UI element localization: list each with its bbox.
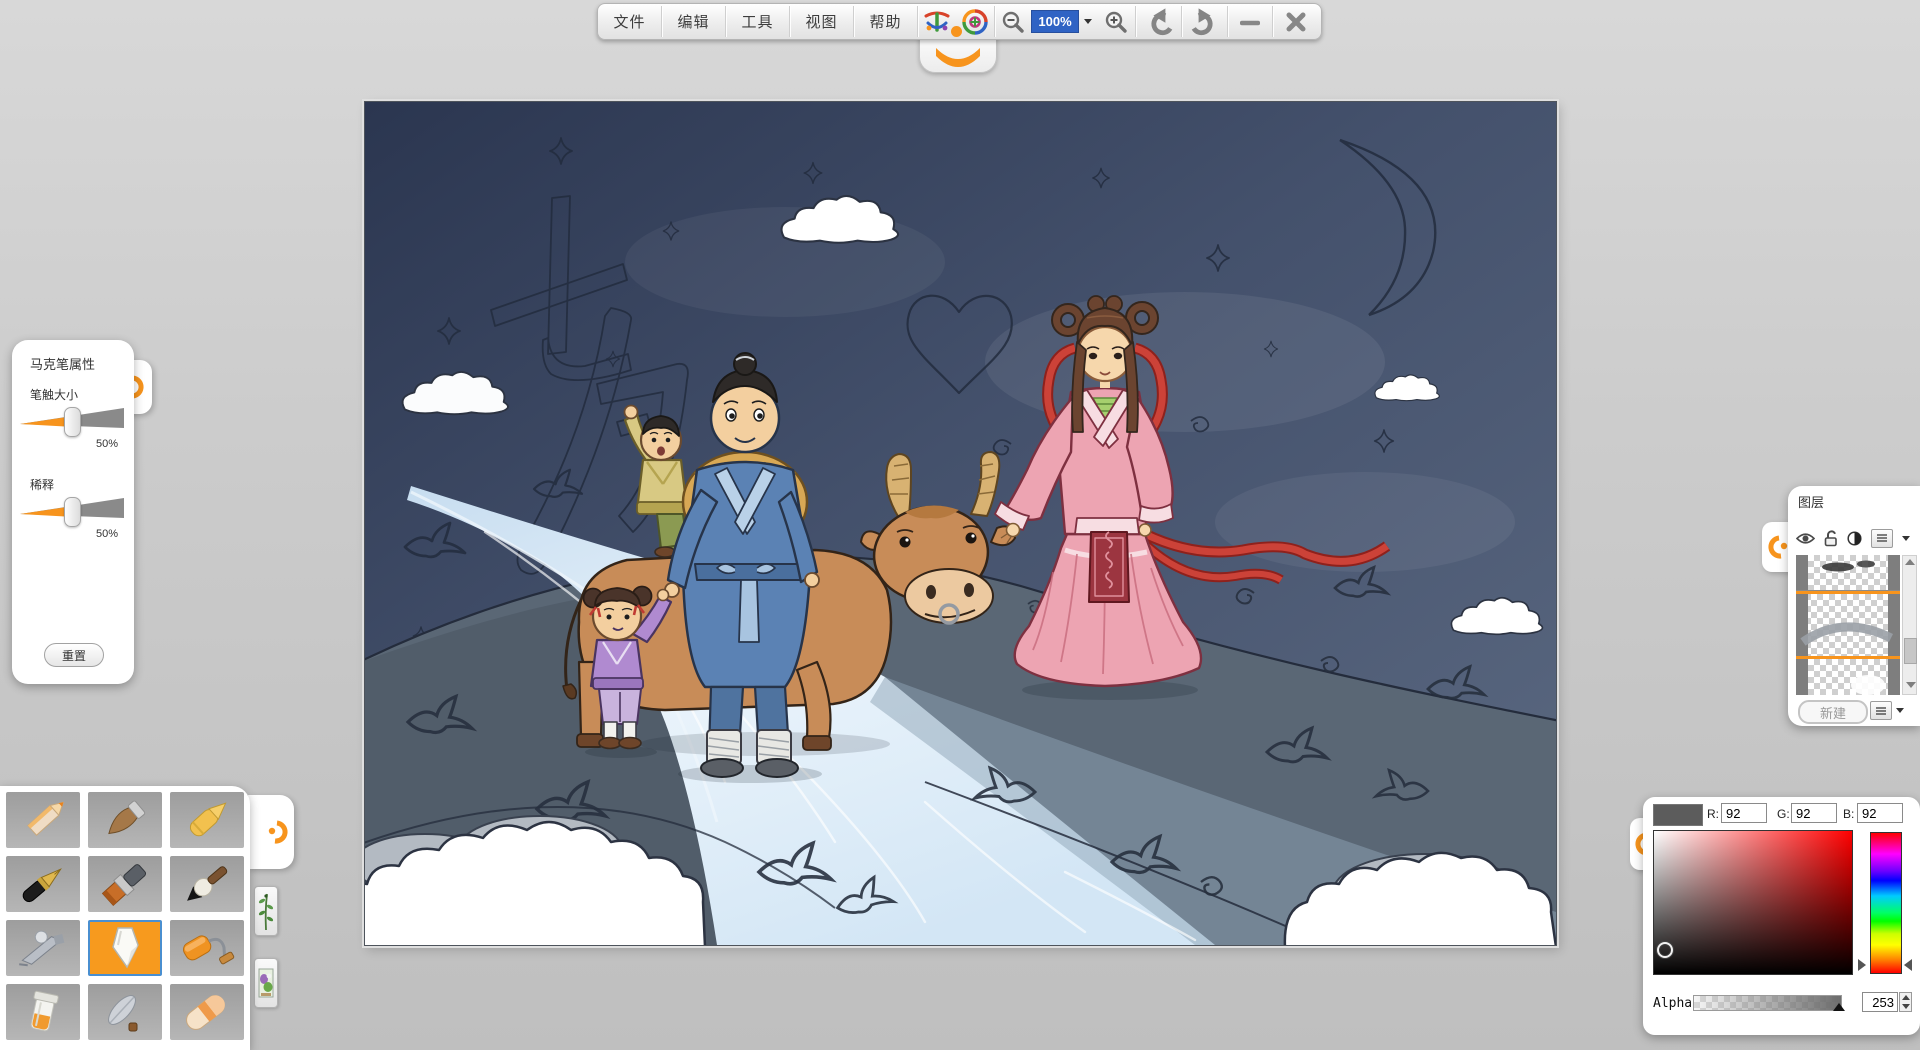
menu-help[interactable]: 帮助 [854,4,917,39]
scroll-up-icon[interactable] [1904,559,1915,565]
red-field[interactable] [1721,803,1767,823]
layer-menu-button[interactable] [1871,528,1893,548]
alpha-spinner[interactable] [1899,992,1912,1012]
minimize-button[interactable] [1228,4,1272,39]
green-label: G: [1777,807,1790,821]
color-cursor[interactable] [1657,942,1673,958]
tool-wooden-pen[interactable] [88,792,162,848]
tool-ink-brush[interactable] [170,856,244,912]
chevron-down-icon[interactable] [1896,708,1904,713]
dilution-value: 50% [96,528,119,540]
mascot-left-eye-icon[interactable] [918,4,956,39]
spin-up-icon[interactable] [1901,995,1910,1000]
tool-palette-knife[interactable] [88,984,162,1040]
scrollbar-thumb[interactable] [1904,638,1917,664]
zoom-level-field[interactable]: 100% [1031,10,1079,33]
list-icon [1877,534,1887,542]
zoom-out-button[interactable] [995,4,1031,39]
alpha-slider[interactable] [1693,995,1842,1011]
scroll-down-icon[interactable] [1905,682,1916,688]
menu-tools[interactable]: 工具 [726,4,789,39]
orange-curl-icon [1768,535,1788,559]
layer-item-sketch[interactable] [1796,555,1900,591]
tool-eraser[interactable] [170,984,244,1040]
layers-panel-title: 图层 [1798,495,1825,510]
hue-marker-right-icon[interactable] [1904,959,1912,971]
menu-edit[interactable]: 编辑 [662,4,725,39]
tool-paint-roller[interactable] [170,920,244,976]
close-button[interactable] [1273,4,1319,39]
chevron-down-icon[interactable] [1902,535,1910,541]
menu-file[interactable]: 文件 [598,4,661,39]
current-color-swatch [1653,804,1703,826]
new-layer-button[interactable]: 新建 [1798,700,1868,724]
mascot-right-eye-icon[interactable] [956,4,994,39]
red-label: R: [1707,807,1719,821]
tool-crayon[interactable] [170,792,244,848]
visibility-eye-icon[interactable] [1796,532,1815,545]
picture-stamps-button[interactable] [254,958,278,1008]
zoom-dropdown-button[interactable] [1079,4,1097,39]
hue-marker-left-icon[interactable] [1858,959,1866,971]
layers-panel: 图层 新建 [1788,486,1920,726]
stamp-image-icon [258,968,274,998]
tool-palette [0,786,250,1050]
reset-button[interactable]: 重置 [44,643,104,667]
brush-size-label: 笔触大小 [30,388,79,402]
tool-airbrush[interactable] [6,920,80,976]
tool-palette-handle[interactable] [248,795,294,869]
menu-view[interactable]: 视图 [790,4,853,39]
orange-curl-icon [268,820,288,844]
tool-marker[interactable] [88,920,162,976]
layer-item-color[interactable] [1796,591,1900,659]
brush-size-value: 50% [96,438,119,450]
tool-flat-brush[interactable] [88,856,162,912]
blue-field[interactable] [1857,803,1903,823]
blue-label: B: [1843,807,1855,821]
tool-paint-bottle[interactable] [6,984,80,1040]
plant-stamps-button[interactable] [254,886,278,936]
alpha-label: Alpha [1653,996,1693,1011]
zoom-in-button[interactable] [1097,4,1135,39]
brush-size-slider-handle[interactable] [64,407,81,437]
smile-icon [936,48,980,67]
marker-panel-title: 马克笔属性 [30,357,96,372]
color-picker-panel: R: G: B: Alpha [1643,797,1920,1035]
unlock-icon[interactable] [1824,529,1838,547]
green-field[interactable] [1791,803,1837,823]
drawing-canvas[interactable]: 七夕 [364,101,1557,946]
marker-properties-panel: 马克笔属性 笔触大小 50% 稀释 50% 重置 [12,340,134,684]
hue-bar[interactable] [1870,832,1902,974]
redo-button[interactable] [1182,4,1227,39]
dilution-label: 稀释 [30,478,55,492]
tool-colored-pencil[interactable] [6,792,80,848]
spin-down-icon[interactable] [1901,1004,1910,1009]
qixi-artwork[interactable]: 七夕 [365,102,1556,945]
layer-item-background[interactable] [1796,659,1900,695]
plant-icon [258,893,274,931]
chevron-down-icon [1084,19,1092,24]
alpha-marker-icon[interactable] [1833,1003,1845,1011]
saturation-value-square[interactable] [1653,830,1853,975]
alpha-field[interactable] [1862,992,1898,1012]
undo-button[interactable] [1136,4,1181,39]
blend-contrast-icon[interactable] [1847,530,1862,546]
layer-list [1796,555,1900,695]
list-icon [1876,706,1886,715]
dilution-slider[interactable] [20,496,124,527]
layer-scrollbar[interactable] [1902,555,1917,695]
tool-fountain-pen[interactable] [6,856,80,912]
brush-size-slider[interactable] [20,406,124,437]
mascot-nose-icon [951,26,962,37]
dilution-slider-handle[interactable] [64,497,81,527]
layer-options-button[interactable] [1870,701,1892,720]
